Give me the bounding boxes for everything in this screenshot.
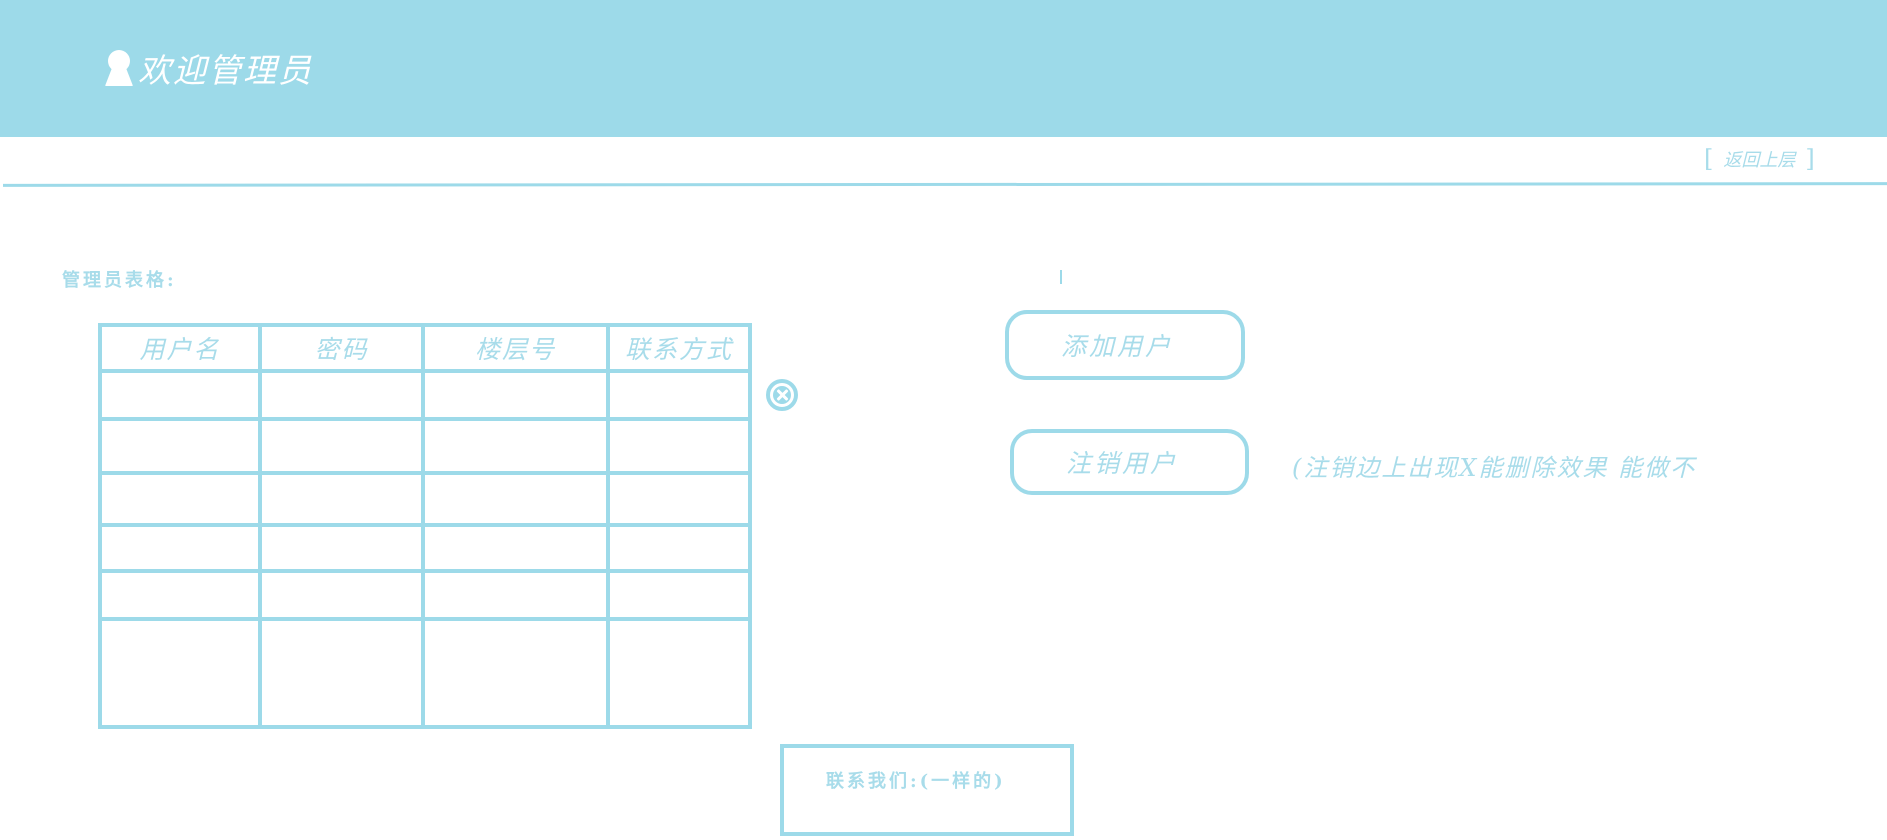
- bracket-close: ]: [1805, 145, 1815, 173]
- add-user-label: 添加用户: [1061, 332, 1174, 361]
- table-header-row: 用户名 密码 楼层号 联系方式: [98, 323, 752, 373]
- column-header-contact: 联系方式: [606, 323, 752, 373]
- table-cell: [606, 523, 752, 573]
- table-cell: [98, 369, 262, 421]
- table-row[interactable]: [98, 417, 752, 475]
- table-row[interactable]: [98, 617, 752, 729]
- contact-box: 联系我们:(一样的): [780, 744, 1074, 836]
- remove-note: (注销边上出现X能删除效果 能做不: [1292, 454, 1697, 482]
- table-row[interactable]: [98, 523, 752, 573]
- table-cell: [421, 569, 610, 621]
- remove-user-button[interactable]: 注销用户: [1010, 429, 1249, 495]
- table-cell: [258, 369, 425, 421]
- header-bar: 欢迎管理员: [0, 0, 1887, 137]
- header-divider: [2, 182, 1887, 187]
- welcome-text: 欢迎管理员: [138, 51, 313, 90]
- column-header-username: 用户名: [98, 323, 262, 373]
- table-cell: [606, 569, 752, 621]
- column-header-password: 密码: [258, 323, 425, 373]
- table-cell: [421, 369, 610, 421]
- table-cell: [98, 523, 262, 573]
- table-cell: [258, 617, 425, 729]
- close-circle-icon[interactable]: [766, 379, 798, 411]
- table-cell: [98, 617, 262, 729]
- remove-user-label: 注销用户: [1066, 449, 1179, 478]
- table-cell: [421, 471, 610, 527]
- column-header-floor: 楼层号: [421, 323, 610, 373]
- back-link-label: 返回上层: [1723, 150, 1796, 171]
- contact-text: 联系我们:(一样的): [826, 771, 1006, 792]
- add-user-button[interactable]: 添加用户: [1005, 310, 1245, 380]
- table-cell: [606, 471, 752, 527]
- table-cell: [258, 569, 425, 621]
- table-caption: 管理员表格:: [62, 270, 177, 291]
- table-cell: [421, 617, 610, 729]
- table-cell: [258, 523, 425, 573]
- table-cell: [421, 523, 610, 573]
- bracket-open: [: [1704, 145, 1714, 173]
- welcome-banner: 欢迎管理员: [104, 46, 313, 90]
- user-icon: [104, 48, 134, 88]
- table-cell: [421, 417, 610, 475]
- table-cell: [258, 417, 425, 475]
- table-cell: [606, 369, 752, 421]
- admin-table: 用户名 密码 楼层号 联系方式: [98, 323, 752, 729]
- table-cell: [98, 417, 262, 475]
- table-cell: [606, 417, 752, 475]
- table-row[interactable]: [98, 369, 752, 421]
- table-cell: [258, 471, 425, 527]
- table-cell: [606, 617, 752, 729]
- table-row[interactable]: [98, 471, 752, 527]
- back-link[interactable]: [ 返回上层 ]: [1704, 144, 1844, 174]
- table-row[interactable]: [98, 569, 752, 621]
- table-cell: [98, 569, 262, 621]
- stray-mark: [1060, 270, 1062, 284]
- table-cell: [98, 471, 262, 527]
